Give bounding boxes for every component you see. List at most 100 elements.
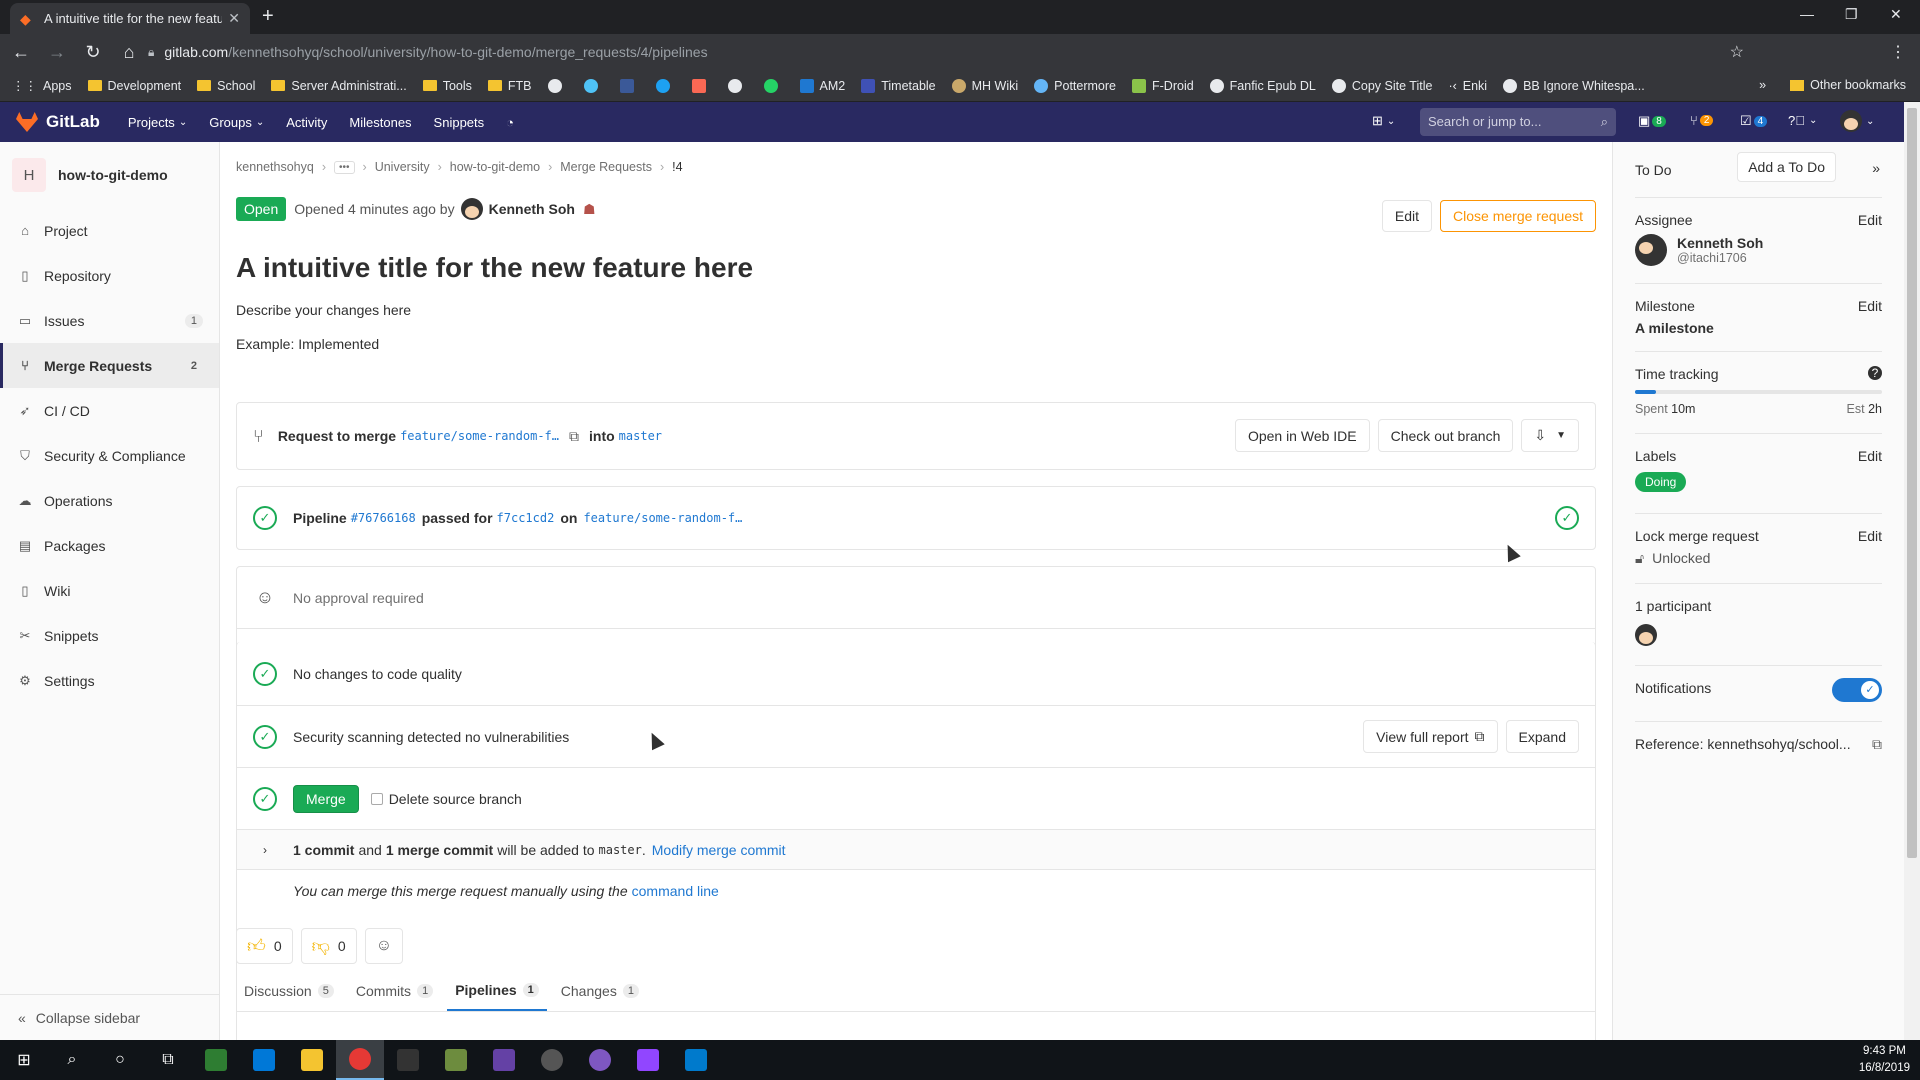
edit-milestone-link[interactable]: Edit bbox=[1858, 298, 1882, 314]
thumbs-up-button[interactable]: 👍︎ 0 bbox=[236, 928, 293, 964]
edit-assignee-link[interactable]: Edit bbox=[1858, 212, 1882, 228]
breadcrumb-item[interactable]: how-to-git-demo bbox=[450, 160, 540, 174]
breadcrumb-item[interactable]: kennethsohyq bbox=[236, 160, 314, 174]
sidebar-item-operations[interactable]: ☁ Operations bbox=[0, 478, 219, 523]
bookmark-folder[interactable]: FTB bbox=[487, 79, 532, 93]
bookmark-icon-only[interactable] bbox=[547, 78, 568, 93]
bookmark-icon-only[interactable] bbox=[727, 78, 748, 93]
taskbar-app[interactable] bbox=[240, 1040, 288, 1080]
sidebar-item-project[interactable]: ⌂ Project bbox=[0, 208, 219, 253]
source-branch-link[interactable]: feature/some-random-f… bbox=[400, 429, 559, 443]
edit-labels-link[interactable]: Edit bbox=[1858, 448, 1882, 464]
forward-icon[interactable]: → bbox=[42, 42, 72, 63]
taskbar-app[interactable] bbox=[480, 1040, 528, 1080]
tab-changes[interactable]: Changes 1 bbox=[553, 970, 647, 1011]
start-button[interactable]: ⊞ bbox=[0, 1040, 48, 1080]
delete-source-branch-label[interactable]: Delete source branch bbox=[389, 791, 522, 807]
target-branch-link[interactable]: master bbox=[619, 429, 662, 443]
nav-activity[interactable]: Activity bbox=[286, 115, 327, 130]
page-scrollbar[interactable] bbox=[1904, 102, 1920, 1040]
bookmark-apps[interactable]: ⋮⋮ Apps bbox=[12, 78, 72, 94]
add-todo-button[interactable]: Add a To Do bbox=[1737, 152, 1836, 182]
pipeline-stage-passed-icon[interactable]: ✓ bbox=[1555, 506, 1579, 530]
taskbar-app[interactable] bbox=[432, 1040, 480, 1080]
restore-icon[interactable]: ❐ bbox=[1845, 6, 1858, 23]
sidebar-item-cicd[interactable]: ➶ CI / CD bbox=[0, 388, 219, 433]
download-dropdown-button[interactable]: ⇩ ▼ bbox=[1521, 419, 1579, 452]
milestone-value[interactable]: A milestone bbox=[1635, 320, 1882, 336]
tab-commits[interactable]: Commits 1 bbox=[348, 970, 441, 1011]
breadcrumb-item[interactable]: Merge Requests bbox=[560, 160, 652, 174]
bookmark-copysite[interactable]: Copy Site Title bbox=[1331, 78, 1432, 93]
close-merge-request-button[interactable]: Close merge request bbox=[1440, 200, 1596, 232]
author-avatar[interactable] bbox=[460, 198, 483, 220]
sidebar-item-repository[interactable]: ▯ Repository bbox=[0, 253, 219, 298]
bookmark-folder[interactable]: Tools bbox=[422, 79, 472, 93]
edit-button[interactable]: Edit bbox=[1381, 200, 1433, 232]
pipeline-passed-icon[interactable]: ✓ bbox=[253, 506, 277, 530]
merge-button[interactable]: Merge bbox=[293, 784, 359, 813]
sidebar-item-security[interactable]: ⛉ Security & Compliance bbox=[0, 433, 219, 478]
expand-commits-icon[interactable]: › bbox=[253, 843, 277, 857]
view-full-report-button[interactable]: View full report ⧉ bbox=[1363, 720, 1498, 753]
gitlab-logo[interactable]: GitLab bbox=[16, 112, 100, 132]
taskbar-app[interactable] bbox=[672, 1040, 720, 1080]
bookmark-fdroid[interactable]: F-Droid bbox=[1132, 78, 1194, 93]
browser-tab[interactable]: ◆ A intuitive title for the new feature … bbox=[10, 3, 250, 34]
help-icon[interactable]: ? bbox=[1868, 366, 1882, 380]
notifications-toggle[interactable] bbox=[1832, 678, 1882, 702]
tab-discussion[interactable]: Discussion 5 bbox=[236, 970, 342, 1011]
bookmark-folder[interactable]: Server Administrati... bbox=[271, 79, 407, 93]
bookmark-icon-only[interactable] bbox=[619, 78, 640, 93]
bookmark-folder[interactable]: School bbox=[197, 79, 255, 93]
taskbar-app-chrome[interactable] bbox=[336, 1040, 384, 1080]
taskbar-app[interactable] bbox=[624, 1040, 672, 1080]
participant-avatar[interactable] bbox=[1635, 624, 1657, 646]
edit-lock-link[interactable]: Edit bbox=[1858, 528, 1882, 544]
bookmark-enki[interactable]: ·‹ Enki bbox=[1448, 79, 1487, 93]
commit-sha-link[interactable]: f7cc1cd2 bbox=[497, 511, 555, 525]
new-item-dropdown[interactable]: ⊞ ⌄ bbox=[1372, 113, 1395, 129]
project-header[interactable]: H how-to-git-demo bbox=[0, 142, 219, 208]
help-dropdown[interactable]: ?⃝ ⌄ bbox=[1788, 113, 1817, 128]
task-view-button[interactable]: ⧉ bbox=[144, 1040, 192, 1080]
delete-source-branch-checkbox[interactable] bbox=[370, 792, 383, 805]
command-line-link[interactable]: command line bbox=[632, 883, 719, 899]
sidebar-item-wiki[interactable]: ▯ Wiki bbox=[0, 568, 219, 613]
breadcrumb-expand-button[interactable]: ••• bbox=[334, 160, 355, 174]
nav-groups[interactable]: Groups ⌄ bbox=[209, 115, 264, 130]
taskbar-app[interactable] bbox=[528, 1040, 576, 1080]
bookmark-star-icon[interactable]: ☆ bbox=[1730, 42, 1744, 62]
open-web-ide-button[interactable]: Open in Web IDE bbox=[1234, 419, 1370, 452]
reload-icon[interactable]: ↻ bbox=[78, 42, 108, 63]
collapse-right-sidebar-icon[interactable]: » bbox=[1872, 160, 1880, 176]
copy-branch-icon[interactable]: ⧉ bbox=[569, 428, 579, 445]
sidebar-item-packages[interactable]: ▤ Packages bbox=[0, 523, 219, 568]
sidebar-item-merge-requests[interactable]: ⑂ Merge Requests 2 bbox=[0, 343, 219, 388]
taskbar-app[interactable] bbox=[384, 1040, 432, 1080]
bookmark-bbignore[interactable]: BB Ignore Whitespa... bbox=[1503, 78, 1645, 93]
nav-snippets[interactable]: Snippets bbox=[434, 115, 485, 130]
modify-merge-commit-link[interactable]: Modify merge commit bbox=[652, 842, 786, 858]
bookmark-folder[interactable]: Development bbox=[87, 79, 181, 93]
sidebar-item-issues[interactable]: ▭ Issues 1 bbox=[0, 298, 219, 343]
collapse-sidebar-button[interactable]: « Collapse sidebar bbox=[0, 994, 220, 1040]
bookmark-icon-only[interactable] bbox=[691, 78, 712, 93]
bookmark-mhwiki[interactable]: MH Wiki bbox=[951, 78, 1018, 93]
copy-reference-icon[interactable]: ⧉ bbox=[1872, 736, 1882, 753]
breadcrumb-item[interactable]: University bbox=[375, 160, 430, 174]
cortana-button[interactable]: ○ bbox=[96, 1040, 144, 1080]
nav-projects[interactable]: Projects ⌄ bbox=[128, 115, 187, 130]
home-icon[interactable]: ⌂ bbox=[114, 42, 144, 63]
add-reaction-button[interactable]: ☺ bbox=[364, 928, 404, 964]
bookmark-fanfic[interactable]: Fanfic Epub DL bbox=[1209, 78, 1316, 93]
bookmark-icon-only[interactable] bbox=[763, 78, 784, 93]
assignee-avatar[interactable] bbox=[1635, 234, 1667, 266]
search-button[interactable]: ⌕ bbox=[48, 1040, 96, 1080]
other-bookmarks[interactable]: » Other bookmarks bbox=[1759, 78, 1906, 92]
author-name[interactable]: Kenneth Soh bbox=[489, 201, 575, 217]
sidebar-item-snippets[interactable]: ✂ Snippets bbox=[0, 613, 219, 658]
assignee-name[interactable]: Kenneth Soh bbox=[1677, 235, 1763, 251]
browser-menu-icon[interactable]: ⋮ bbox=[1890, 42, 1906, 62]
bookmark-timetable[interactable]: Timetable bbox=[861, 78, 936, 93]
